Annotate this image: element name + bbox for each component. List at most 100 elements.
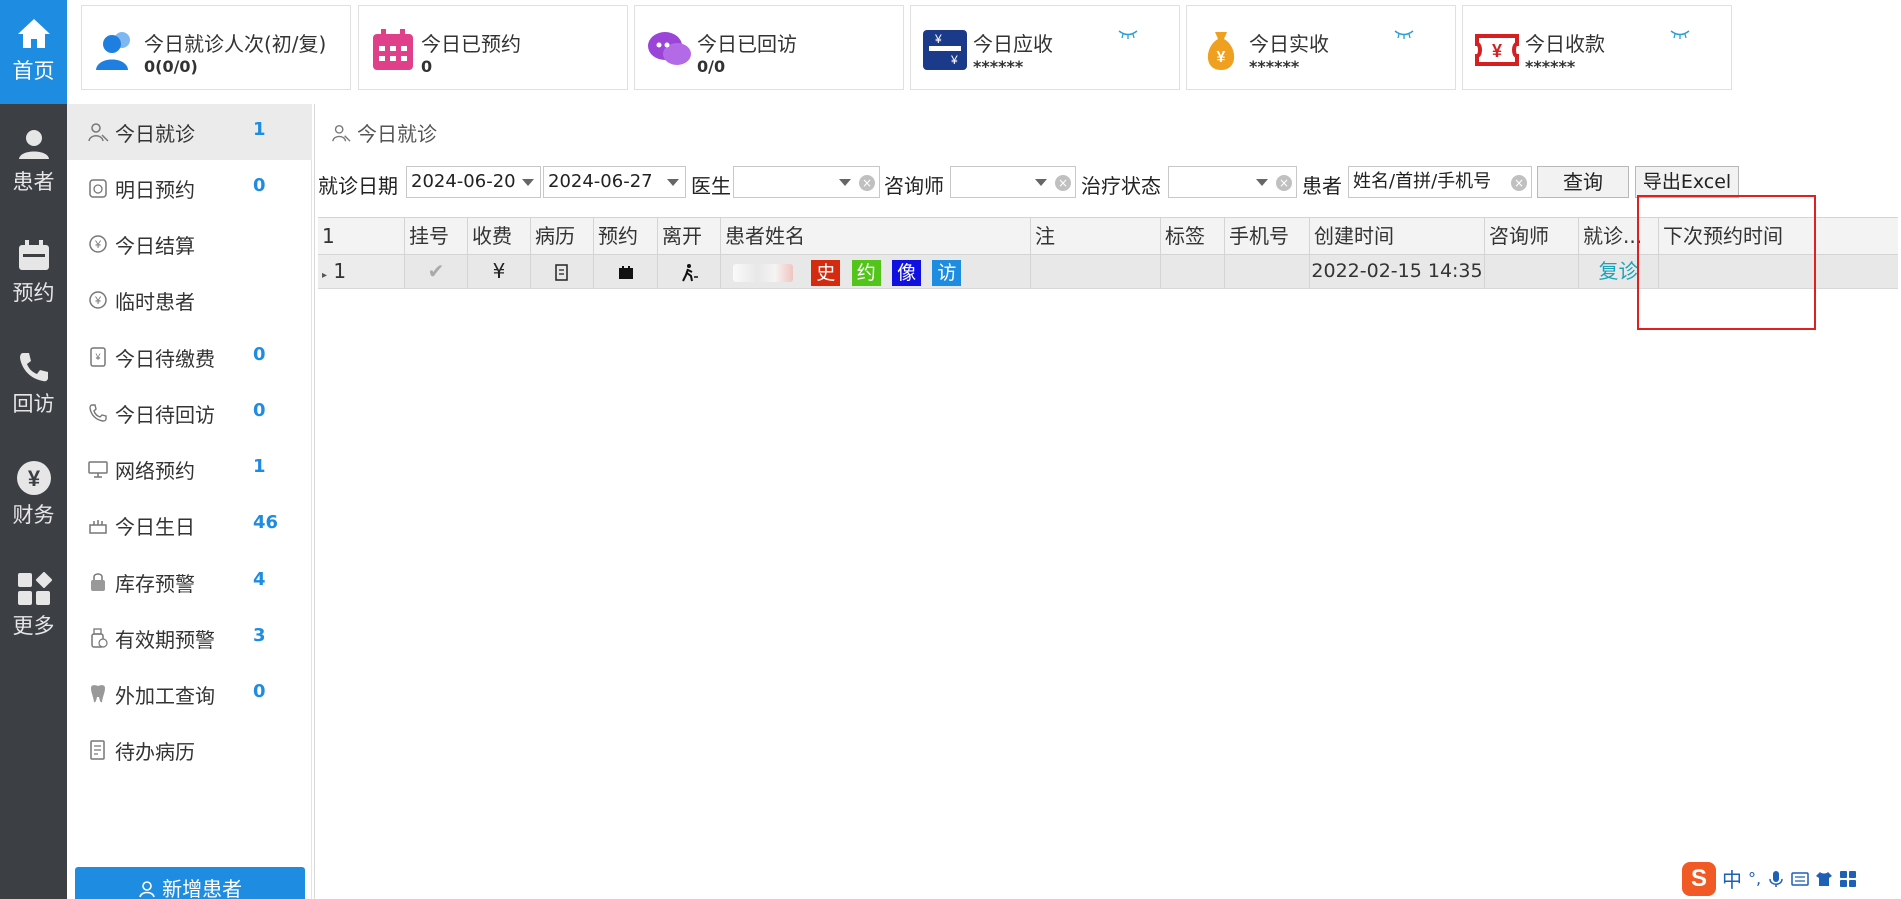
medical-record-cell[interactable] xyxy=(531,255,594,288)
menu-item-label: 今日生日 xyxy=(115,515,195,539)
column-header-phone[interactable]: 手机号 xyxy=(1225,218,1310,254)
nav-patient[interactable]: 患者 xyxy=(0,111,67,215)
column-header-appointment[interactable]: 预约 xyxy=(594,218,658,254)
menu-item-pending-payment[interactable]: ¥ 今日待缴费 0 xyxy=(67,329,312,385)
nav-appointment[interactable]: 预约 xyxy=(0,222,67,326)
nav-home[interactable]: 首页 xyxy=(0,0,67,104)
eye-closed-icon[interactable] xyxy=(1669,28,1691,40)
apps-icon[interactable] xyxy=(1839,870,1857,888)
stat-card-followup[interactable]: 今日已回访 0/0 xyxy=(634,5,904,90)
menu-item-online-appointments[interactable]: 网络预约 1 xyxy=(67,441,312,497)
money-bag-icon: ¥ xyxy=(1207,32,1235,70)
stat-value: 0(0/0) xyxy=(144,57,198,76)
keyboard-icon[interactable] xyxy=(1791,870,1809,888)
consultant-select[interactable]: × xyxy=(950,166,1076,198)
image-tag[interactable]: 像 xyxy=(892,259,922,286)
chevron-down-icon xyxy=(667,179,679,186)
appointment-tag[interactable]: 约 xyxy=(851,259,881,286)
record-icon xyxy=(90,740,105,760)
leave-cell[interactable] xyxy=(658,255,721,288)
ime-punctuation[interactable]: °, xyxy=(1748,869,1761,888)
charge-icon[interactable]: ¥ xyxy=(468,255,531,288)
query-button[interactable]: 查询 xyxy=(1537,166,1629,198)
clear-icon[interactable]: × xyxy=(1276,175,1292,191)
column-header-label[interactable]: 标签 xyxy=(1161,218,1225,254)
stat-card-collected[interactable]: ¥ 今日收款 ****** xyxy=(1462,5,1732,90)
receivable-icon: ¥¥ xyxy=(923,30,967,70)
nav-followup[interactable]: 回访 xyxy=(0,333,67,437)
menu-item-tomorrow-appointments[interactable]: 明日预约 0 xyxy=(67,160,312,216)
clear-icon[interactable]: × xyxy=(1055,175,1071,191)
row-index-cell: ▸ 1 xyxy=(318,255,405,288)
ime-toolbar: S 中 °, xyxy=(1678,858,1901,899)
stat-card-receivable[interactable]: ¥ ¥ 今日应收 ****** xyxy=(910,5,1180,90)
treatment-status-label: 治疗状态 xyxy=(1081,174,1161,198)
nav-more-label: 更多 xyxy=(12,614,55,638)
column-header-next-appointment[interactable]: 下次预约时间 xyxy=(1659,218,1898,254)
followup-tag[interactable]: 访 xyxy=(932,259,962,286)
sogou-logo-icon[interactable]: S xyxy=(1682,861,1716,896)
table-row[interactable]: ▸ 1 ✔ ¥ 史 约 像 访 2022-02-15 14:35 复诊 xyxy=(318,255,1898,289)
stat-value: ****** xyxy=(1249,57,1300,76)
shirt-icon[interactable] xyxy=(1815,870,1833,888)
appointment-cell[interactable] xyxy=(594,255,658,288)
registered-check-icon[interactable]: ✔ xyxy=(405,255,468,288)
history-tag[interactable]: 史 xyxy=(811,259,841,286)
column-header-charge[interactable]: 收费 xyxy=(468,218,531,254)
menu-item-today-settlement[interactable]: ¥ 今日结算 xyxy=(67,216,312,272)
column-header-name[interactable]: 患者姓名 xyxy=(721,218,1031,254)
quick-menu: 今日就诊 1 明日预约 0 ¥ 今日结算 ¥ 临时患者 ¥ 今日待缴费 0 今日… xyxy=(67,104,312,899)
visit-type-link[interactable]: 复诊 xyxy=(1579,255,1659,288)
nav-finance[interactable]: ¥ 财务 xyxy=(0,444,67,548)
menu-item-pending-followup[interactable]: 今日待回访 0 xyxy=(67,385,312,441)
menu-item-outsource[interactable]: 外加工查询 0 xyxy=(67,666,312,722)
eye-closed-icon[interactable] xyxy=(1117,28,1139,40)
menu-item-count: 3 xyxy=(253,625,266,646)
clear-icon[interactable]: × xyxy=(1511,175,1527,191)
patient-name-cell[interactable]: 史 约 像 访 xyxy=(721,255,1031,288)
nav-more[interactable]: 更多 xyxy=(0,555,67,659)
ime-mode[interactable]: 中 xyxy=(1722,864,1742,893)
table-header: 1 挂号 收费 病历 预约 离开 患者姓名 注 标签 手机号 创建时间 咨询师 … xyxy=(318,217,1898,255)
column-header-record[interactable]: 病历 xyxy=(531,218,594,254)
export-excel-button[interactable]: 导出Excel xyxy=(1635,166,1739,198)
walking-person-icon xyxy=(682,263,698,281)
menu-item-temp-patients[interactable]: ¥ 临时患者 xyxy=(67,272,312,328)
stat-card-received[interactable]: ¥ 今日实收 ****** xyxy=(1186,5,1456,90)
column-header-consultant[interactable]: 咨询师 xyxy=(1485,218,1579,254)
menu-item-stock-alert[interactable]: 库存预警 4 xyxy=(67,554,312,610)
patient-search-input[interactable]: 姓名/首拼/手机号 × xyxy=(1348,166,1532,198)
svg-text:¥: ¥ xyxy=(1217,49,1226,66)
column-header-visit-type[interactable]: 就诊... xyxy=(1579,218,1659,254)
eye-closed-icon[interactable] xyxy=(1393,28,1415,40)
microphone-icon[interactable] xyxy=(1767,870,1785,888)
monitor-icon xyxy=(88,461,108,478)
phone-cell xyxy=(1225,255,1310,288)
row-expand-icon[interactable]: ▸ xyxy=(322,270,327,281)
menu-item-today-visits[interactable]: 今日就诊 1 xyxy=(67,104,312,160)
visit-icon xyxy=(88,123,109,142)
svg-text:¥: ¥ xyxy=(94,352,101,362)
menu-item-expiry-alert[interactable]: 有效期预警 3 xyxy=(67,610,312,666)
column-header-index[interactable]: 1 xyxy=(318,218,405,254)
menu-item-label: 外加工查询 xyxy=(115,684,215,708)
menu-item-label: 今日待缴费 xyxy=(115,347,215,371)
clear-icon[interactable]: × xyxy=(859,175,875,191)
treatment-status-select[interactable]: × xyxy=(1168,166,1297,198)
column-header-created[interactable]: 创建时间 xyxy=(1310,218,1485,254)
doctor-select[interactable]: × xyxy=(733,166,880,198)
clock-icon xyxy=(89,179,107,198)
stat-card-visits[interactable]: 今日就诊人次(初/复) 0(0/0) xyxy=(81,5,351,90)
add-patient-button[interactable]: 新增患者 xyxy=(75,867,305,899)
stat-card-booked[interactable]: 今日已预约 0 xyxy=(358,5,628,90)
column-header-registered[interactable]: 挂号 xyxy=(405,218,468,254)
stat-title: 今日已回访 xyxy=(697,32,797,56)
column-header-note[interactable]: 注 xyxy=(1031,218,1161,254)
date-from-picker[interactable]: 2024-06-20 xyxy=(406,166,541,198)
menu-item-count: 0 xyxy=(253,400,266,421)
date-to-picker[interactable]: 2024-06-27 xyxy=(543,166,686,198)
menu-item-birthdays[interactable]: 今日生日 46 xyxy=(67,497,312,553)
svg-text:¥: ¥ xyxy=(950,53,958,67)
column-header-leave[interactable]: 离开 xyxy=(658,218,721,254)
menu-item-pending-records[interactable]: 待办病历 xyxy=(67,722,312,778)
